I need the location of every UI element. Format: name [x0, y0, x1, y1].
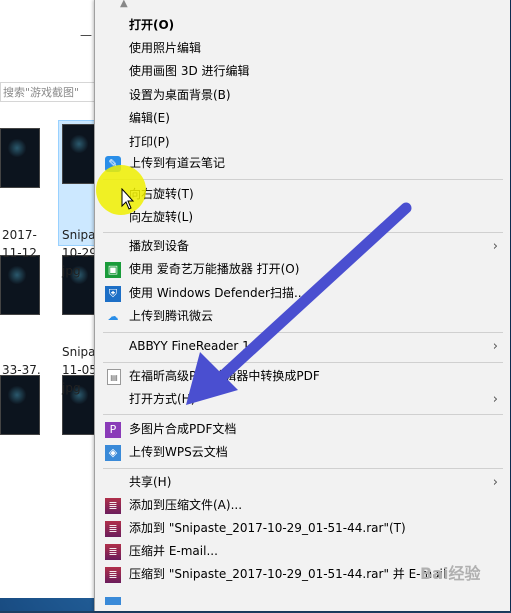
watermark: Bai经验: [420, 564, 481, 583]
annotation-arrow-icon: [186, 202, 412, 405]
